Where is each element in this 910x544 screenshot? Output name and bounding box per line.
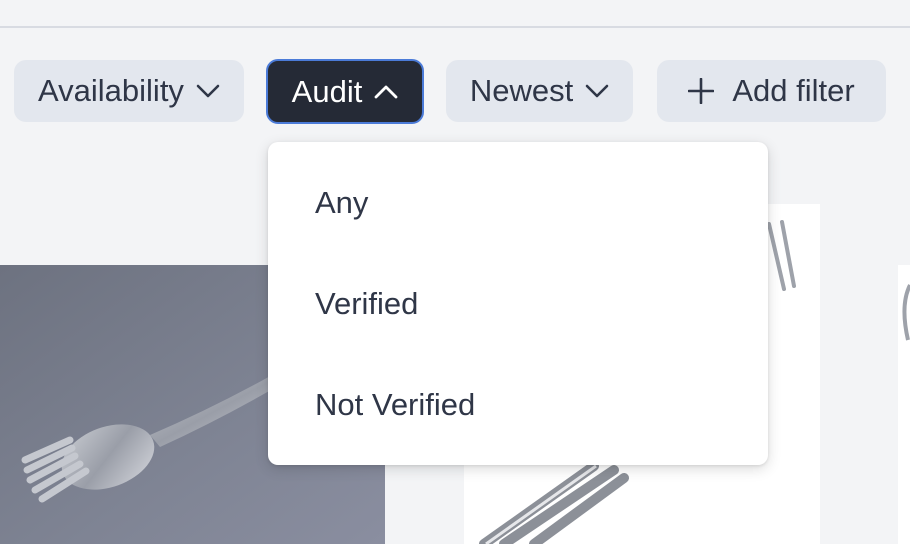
chevron-down-icon	[196, 84, 220, 98]
chevron-down-icon	[585, 84, 609, 98]
sort-newest-button[interactable]: Newest	[446, 60, 633, 122]
audit-filter-button[interactable]: Audit	[266, 59, 424, 124]
plus-icon	[688, 78, 715, 104]
audit-option-verified[interactable]: Verified	[268, 256, 768, 352]
add-filter-label: Add filter	[732, 73, 855, 108]
audit-filter-label: Audit	[291, 73, 363, 109]
audit-dropdown-menu: Any Verified Not Verified	[268, 142, 768, 465]
audit-option-any[interactable]: Any	[268, 155, 768, 251]
header-divider	[0, 26, 910, 28]
product-image-partial[interactable]	[898, 265, 910, 544]
add-filter-button[interactable]: Add filter	[657, 60, 886, 122]
chevron-up-icon	[374, 85, 398, 99]
audit-option-not-verified[interactable]: Not Verified	[268, 357, 768, 453]
sort-newest-label: Newest	[469, 73, 574, 108]
availability-filter-label: Availability	[38, 73, 184, 108]
product-image-partial-icon	[898, 265, 910, 544]
audit-option-label: Verified	[315, 286, 419, 321]
audit-option-label: Not Verified	[315, 387, 476, 422]
availability-filter-button[interactable]: Availability	[14, 60, 244, 122]
audit-option-label: Any	[315, 185, 369, 220]
